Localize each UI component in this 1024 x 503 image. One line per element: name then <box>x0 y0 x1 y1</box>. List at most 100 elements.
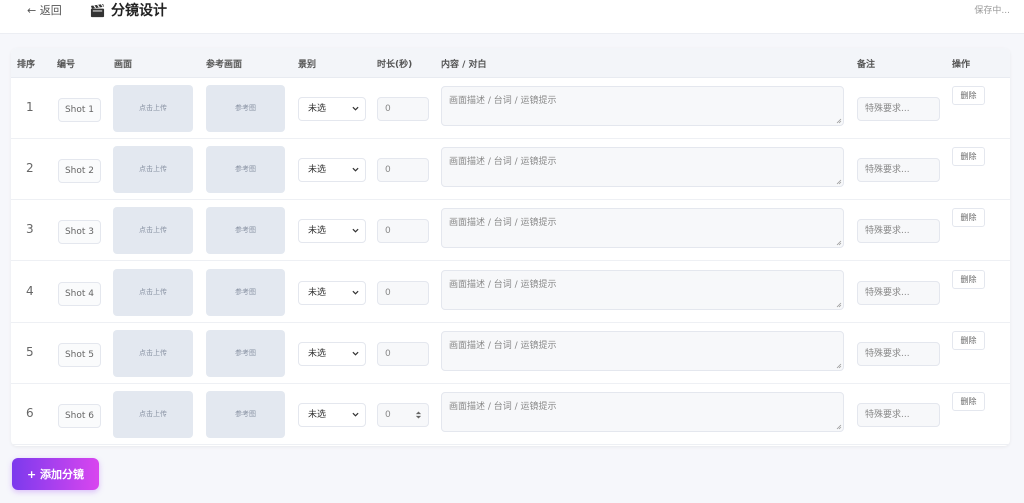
storyboard-table: 排序 编号 画面 参考画面 景别 时长(秒) 内容 / 对白 备注 操作 1 Sh… <box>11 48 1010 446</box>
note-placeholder: 特殊要求... <box>865 349 910 359</box>
back-button[interactable]: ← 返回 <box>27 2 62 18</box>
shot-type-value: 未选 <box>308 226 327 236</box>
shot-type-select[interactable]: 未选 <box>298 342 366 366</box>
note-input[interactable]: 特殊要求... <box>857 403 940 427</box>
content-textarea[interactable]: 画面描述 / 台词 / 运镜提示 <box>441 147 844 187</box>
reference-image[interactable]: 参考图 <box>206 207 285 254</box>
frame-upload[interactable]: 点击上传 <box>113 269 193 316</box>
shot-type-select[interactable]: 未选 <box>298 158 366 182</box>
duration-value: 0 <box>385 104 391 114</box>
resize-handle-icon[interactable] <box>836 179 842 185</box>
resize-handle-icon[interactable] <box>836 240 842 246</box>
add-shot-button[interactable]: + 添加分镜 <box>12 458 99 490</box>
duration-input[interactable]: 0 <box>377 281 429 305</box>
back-label[interactable]: ← 返回 <box>27 2 62 18</box>
content-textarea[interactable]: 画面描述 / 台词 / 运镜提示 <box>441 86 844 126</box>
row-order: 5 <box>26 345 34 359</box>
reference-image[interactable]: 参考图 <box>206 85 285 132</box>
note-placeholder: 特殊要求... <box>865 165 910 175</box>
resize-handle-icon[interactable] <box>836 302 842 308</box>
delete-button[interactable]: 删除 <box>952 392 985 411</box>
duration-input[interactable]: 0 <box>377 158 429 182</box>
duration-input[interactable]: 0 <box>377 403 429 427</box>
shot-code-input[interactable]: Shot 6 <box>58 404 101 428</box>
content-textarea[interactable]: 画面描述 / 台词 / 运镜提示 <box>441 208 844 248</box>
shot-code-input[interactable]: Shot 4 <box>58 282 101 306</box>
content-textarea[interactable]: 画面描述 / 台词 / 运镜提示 <box>441 331 844 371</box>
spinner-arrows-icon[interactable] <box>415 409 422 421</box>
table-row: 3 Shot 3 点击上传 参考图 未选 0 画面描述 / 台词 / 运镜提示 特殊要求... <box>11 200 1010 261</box>
reference-image[interactable]: 参考图 <box>206 330 285 377</box>
chevron-down-icon <box>352 290 359 295</box>
column-header-number: 编号 <box>57 60 76 70</box>
delete-button[interactable]: 删除 <box>952 208 985 227</box>
chevron-down-icon <box>352 167 359 172</box>
table-row: 6 Shot 6 点击上传 参考图 未选 0 画面描述 / 台词 / 运镜提示 特殊要求... <box>11 384 1010 445</box>
reference-image[interactable]: 参考图 <box>206 391 285 438</box>
shot-type-select[interactable]: 未选 <box>298 281 366 305</box>
table-row: 4 Shot 4 点击上传 参考图 未选 0 画面描述 / 台词 / 运镜提示 特殊要求... <box>11 262 1010 323</box>
note-placeholder: 特殊要求... <box>865 288 910 298</box>
note-placeholder: 特殊要求... <box>865 410 910 420</box>
reference-image[interactable]: 参考图 <box>206 146 285 193</box>
frame-upload[interactable]: 点击上传 <box>113 146 193 193</box>
delete-button[interactable]: 删除 <box>952 331 985 350</box>
duration-value: 0 <box>385 165 391 175</box>
column-header-reference: 参考画面 <box>206 60 243 70</box>
shot-type-select[interactable]: 未选 <box>298 219 366 243</box>
content-textarea[interactable]: 画面描述 / 台词 / 运镜提示 <box>441 392 844 432</box>
duration-value: 0 <box>385 288 391 298</box>
duration-input[interactable]: 0 <box>377 342 429 366</box>
save-status: 保存中... <box>974 6 1010 16</box>
content-placeholder: 画面描述 / 台词 / 运镜提示 <box>449 280 557 290</box>
table-row: 5 Shot 5 点击上传 参考图 未选 0 画面描述 / 台词 / 运镜提示 特殊要求... <box>11 323 1010 384</box>
chevron-down-icon <box>352 351 359 356</box>
resize-handle-icon[interactable] <box>836 424 842 430</box>
frame-upload[interactable]: 点击上传 <box>113 85 193 132</box>
resize-handle-icon[interactable] <box>836 363 842 369</box>
note-input[interactable]: 特殊要求... <box>857 281 940 305</box>
shot-type-select[interactable]: 未选 <box>298 403 366 427</box>
delete-button[interactable]: 删除 <box>952 270 985 289</box>
duration-input[interactable]: 0 <box>377 97 429 121</box>
shot-type-value: 未选 <box>308 410 327 420</box>
shot-type-value: 未选 <box>308 349 327 359</box>
note-input[interactable]: 特殊要求... <box>857 219 940 243</box>
chevron-down-icon <box>352 106 359 111</box>
row-order: 3 <box>26 222 34 236</box>
resize-handle-icon[interactable] <box>836 118 842 124</box>
delete-button[interactable]: 删除 <box>952 86 985 105</box>
shot-type-select[interactable]: 未选 <box>298 97 366 121</box>
shot-code-input[interactable]: Shot 3 <box>58 220 101 244</box>
table-row: 1 Shot 1 点击上传 参考图 未选 0 画面描述 / 台词 / 运镜提示 特殊要求... <box>11 78 1010 139</box>
shot-code-input[interactable]: Shot 2 <box>58 159 101 183</box>
top-bar: ← 返回 分镜设计 保存中... <box>0 0 1024 34</box>
frame-upload[interactable]: 点击上传 <box>113 391 193 438</box>
note-placeholder: 特殊要求... <box>865 104 910 114</box>
column-header-frame: 画面 <box>114 60 133 70</box>
note-input[interactable]: 特殊要求... <box>857 97 940 121</box>
content-textarea[interactable]: 画面描述 / 台词 / 运镜提示 <box>441 270 844 310</box>
frame-upload[interactable]: 点击上传 <box>113 207 193 254</box>
note-input[interactable]: 特殊要求... <box>857 342 940 366</box>
chevron-down-icon <box>352 228 359 233</box>
column-header-actions: 操作 <box>952 60 971 70</box>
page-title: 分镜设计 <box>90 0 167 20</box>
column-header-content: 内容 / 对白 <box>441 60 487 70</box>
shot-code-input[interactable]: Shot 5 <box>58 343 101 367</box>
reference-image[interactable]: 参考图 <box>206 269 285 316</box>
shot-type-value: 未选 <box>308 165 327 175</box>
duration-value: 0 <box>385 349 391 359</box>
shot-code-input[interactable]: Shot 1 <box>58 98 101 122</box>
add-shot-label[interactable]: + 添加分镜 <box>27 466 84 482</box>
clapperboard-icon <box>90 3 105 17</box>
column-header-note: 备注 <box>857 60 876 70</box>
column-header-duration: 时长(秒) <box>377 60 413 70</box>
delete-button[interactable]: 删除 <box>952 147 985 166</box>
note-input[interactable]: 特殊要求... <box>857 158 940 182</box>
duration-input[interactable]: 0 <box>377 219 429 243</box>
page-title-text: 分镜设计 <box>111 3 167 19</box>
row-order: 2 <box>26 161 34 175</box>
frame-upload[interactable]: 点击上传 <box>113 330 193 377</box>
column-header-order: 排序 <box>17 60 36 70</box>
